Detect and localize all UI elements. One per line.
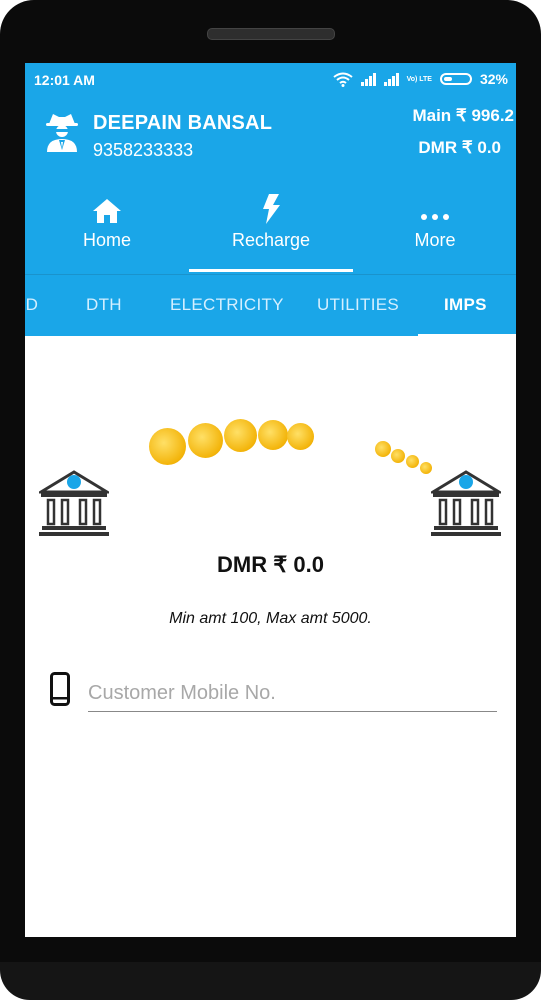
home-icon [93, 199, 121, 223]
wifi-icon [332, 72, 353, 87]
nav-tab-recharge[interactable]: Recharge [189, 188, 353, 272]
coin [406, 455, 419, 468]
lightning-icon [263, 194, 280, 224]
user-mobile: 9358233333 [93, 140, 194, 160]
coin [258, 420, 288, 450]
battery-icon [439, 73, 472, 85]
app-header: DEEPAIN BANSAL 9358233333 Main ₹ 996.2 D… [25, 96, 516, 337]
subtab-utilities[interactable]: UTILITIES [317, 295, 399, 315]
subtab-indicator [418, 334, 516, 337]
bank-indicator-dot [459, 475, 473, 489]
user-name: DEEPAIN BANSAL [93, 112, 273, 134]
nav-tab-more[interactable]: More [353, 188, 516, 270]
app-screen: 12:01 AM Vo) LTE 32% DEEPAIN BANSAL 9358… [25, 63, 516, 937]
spy-avatar-icon [46, 114, 78, 152]
coin [188, 423, 223, 458]
coin [375, 441, 391, 457]
phone-frame: 12:01 AM Vo) LTE 32% DEEPAIN BANSAL 9358… [0, 0, 541, 1000]
nav-label-home: Home [82, 230, 131, 250]
nav-label-recharge: Recharge [231, 230, 311, 250]
battery-percent: 32% [479, 71, 508, 87]
coin [224, 419, 257, 452]
subtab-dth[interactable]: DTH [86, 295, 122, 315]
service-tabs: RD DTH ELECTRICITY UTILITIES IMPS [25, 274, 516, 337]
volte-icon: Vo) LTE [406, 75, 432, 83]
coin [287, 423, 314, 450]
more-dots-icon [421, 214, 449, 220]
bank-indicator-dot [67, 475, 81, 489]
subtab-imps[interactable]: IMPS [444, 295, 487, 315]
nav-tab-home[interactable]: Home [25, 188, 189, 270]
subtab-electricity[interactable]: ELECTRICITY [170, 295, 284, 315]
signal-icon-2 [383, 72, 399, 86]
coin [149, 428, 186, 465]
phone-bottom-bezel [0, 962, 541, 1000]
speaker-grille [207, 28, 335, 40]
main-nav: Home Recharge More [25, 188, 516, 272]
nav-label-more: More [414, 230, 456, 250]
coin [391, 449, 405, 463]
status-time: 12:01 AM [34, 72, 95, 88]
main-balance: Main ₹ 996.2 [412, 106, 514, 125]
customer-mobile-input[interactable] [88, 675, 497, 712]
subtab-card[interactable]: RD [25, 295, 38, 315]
dmr-balance-header: DMR ₹ 0.0 [418, 138, 501, 157]
mobile-phone-icon [50, 672, 70, 706]
dmr-balance: DMR ₹ 0.0 [217, 552, 324, 577]
status-bar: 12:01 AM Vo) LTE 32% [25, 63, 516, 96]
amount-limits: Min amt 100, Max amt 5000. [169, 610, 372, 627]
status-icons: Vo) LTE 32% [332, 71, 508, 87]
signal-icon [360, 72, 376, 86]
